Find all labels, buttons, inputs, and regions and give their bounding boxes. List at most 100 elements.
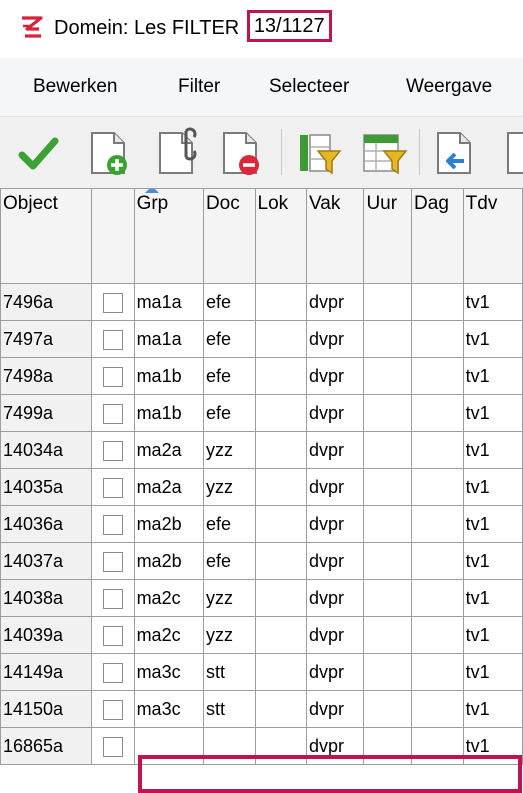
cell-grp[interactable]: ma1a [133,283,204,321]
table-row[interactable]: 7498a ma1b efe dvpr tv1 [0,357,523,395]
cell-object[interactable]: 14150a [0,690,93,728]
cell-vak[interactable]: dvpr [306,320,365,358]
cell-uur[interactable] [363,505,413,543]
column-header-lok[interactable]: Lok [254,188,308,284]
cell-uur[interactable] [363,542,413,580]
cell-lok[interactable] [254,394,308,432]
cell-vak[interactable]: dvpr [306,357,365,395]
column-header-vak[interactable]: Vak [306,188,365,284]
cell-uur[interactable] [363,468,413,506]
cell-doc[interactable]: yzz [202,431,256,469]
column-header-uur[interactable]: Uur [363,188,413,284]
cell-lok[interactable] [254,283,308,321]
cell-doc[interactable]: efe [202,394,256,432]
row-checkbox[interactable] [102,441,123,462]
cell-dag[interactable] [411,616,464,654]
cell-dag[interactable] [411,431,464,469]
cell-tdv[interactable]: tv1 [462,505,523,543]
table-row[interactable]: 16865a dvpr tv1 [0,727,523,765]
edit-document-icon[interactable] [156,127,204,179]
cell-vak[interactable]: dvpr [306,468,365,506]
cell-dag[interactable] [411,690,464,728]
cell-lok[interactable] [254,357,308,395]
column-header-tdv[interactable]: Tdv [462,188,523,284]
cell-uur[interactable] [363,283,413,321]
cell-grp[interactable]: ma2a [133,431,204,469]
cell-doc[interactable] [202,727,256,765]
cell-object[interactable]: 14034a [0,431,93,469]
table-row[interactable]: 14039a ma2c yzz dvpr tv1 [0,616,523,654]
cell-tdv[interactable]: tv1 [462,542,523,580]
cell-vak[interactable]: dvpr [306,542,365,580]
cell-lok[interactable] [254,542,308,580]
cell-dag[interactable] [411,653,464,691]
cell-dag[interactable] [411,579,464,617]
cell-vak[interactable]: dvpr [306,394,365,432]
cell-object[interactable]: 14039a [0,616,93,654]
cell-doc[interactable]: efe [202,320,256,358]
cell-tdv[interactable]: tv1 [462,283,523,321]
row-checkbox[interactable] [102,515,123,536]
cell-vak[interactable]: dvpr [306,505,365,543]
cell-grp[interactable]: ma1b [133,357,204,395]
menu-filter[interactable]: Filter [178,76,220,98]
cell-uur[interactable] [363,579,413,617]
cell-vak[interactable]: dvpr [306,690,365,728]
cell-tdv[interactable]: tv1 [462,394,523,432]
cell-vak[interactable]: dvpr [306,431,365,469]
cell-lok[interactable] [254,431,308,469]
cell-tdv[interactable]: tv1 [462,616,523,654]
cell-lok[interactable] [254,727,308,765]
cell-tdv[interactable]: tv1 [462,653,523,691]
table-row[interactable]: 7496a ma1a efe dvpr tv1 [0,283,523,321]
cell-doc[interactable]: stt [202,690,256,728]
cell-tdv[interactable]: tv1 [462,579,523,617]
cell-lok[interactable] [254,320,308,358]
cell-tdv[interactable]: tv1 [462,320,523,358]
cell-object[interactable]: 7497a [0,320,93,358]
column-filter-icon[interactable] [294,127,342,179]
column-header-dag[interactable]: Dag [411,188,464,284]
cell-tdv[interactable]: tv1 [462,690,523,728]
cell-doc[interactable]: yzz [202,468,256,506]
row-checkbox[interactable] [102,663,123,684]
table-row[interactable]: 14150a ma3c stt dvpr tv1 [0,690,523,728]
cell-object[interactable]: 7496a [0,283,93,321]
cell-dag[interactable] [411,727,464,765]
column-header-object[interactable]: Object [0,188,93,284]
cell-object[interactable]: 14037a [0,542,93,580]
cell-dag[interactable] [411,283,464,321]
checkmark-icon[interactable] [14,127,62,179]
cell-grp[interactable]: ma3c [133,653,204,691]
cell-dag[interactable] [411,542,464,580]
new-document-icon[interactable] [86,127,134,179]
column-header-grp[interactable]: Grp [133,188,204,284]
cell-uur[interactable] [363,616,413,654]
cell-tdv[interactable]: tv1 [462,431,523,469]
row-checkbox[interactable] [102,330,123,351]
cell-uur[interactable] [363,320,413,358]
row-checkbox[interactable] [102,552,123,573]
cell-vak[interactable]: dvpr [306,653,365,691]
row-checkbox[interactable] [102,700,123,721]
cell-grp[interactable]: ma1a [133,320,204,358]
partial-document-icon[interactable] [500,127,523,179]
cell-grp[interactable]: ma2a [133,468,204,506]
row-checkbox[interactable] [102,404,123,425]
cell-doc[interactable]: efe [202,283,256,321]
cell-grp[interactable]: ma2c [133,579,204,617]
cell-object[interactable]: 14149a [0,653,93,691]
cell-grp[interactable]: ma2b [133,505,204,543]
table-row[interactable]: 14034a ma2a yzz dvpr tv1 [0,431,523,469]
cell-object[interactable]: 14036a [0,505,93,543]
cell-lok[interactable] [254,579,308,617]
cell-grp[interactable]: ma2b [133,542,204,580]
cell-tdv[interactable]: tv1 [462,357,523,395]
cell-tdv[interactable]: tv1 [462,468,523,506]
table-filter-icon[interactable] [360,127,408,179]
cell-doc[interactable]: yzz [202,616,256,654]
cell-vak[interactable]: dvpr [306,616,365,654]
cell-vak[interactable]: dvpr [306,579,365,617]
cell-doc[interactable]: efe [202,542,256,580]
table-row[interactable]: 14038a ma2c yzz dvpr tv1 [0,579,523,617]
